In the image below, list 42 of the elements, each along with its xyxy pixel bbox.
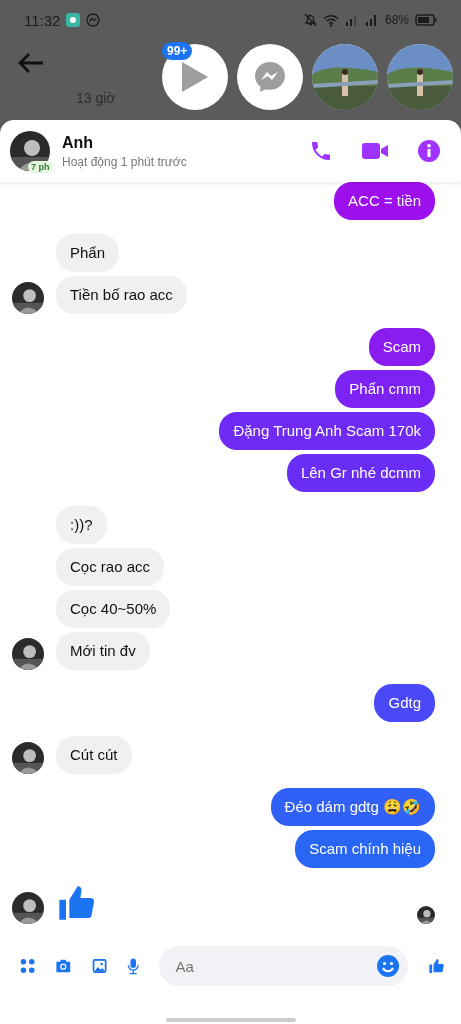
- info-icon[interactable]: [417, 139, 441, 163]
- message-bubble: Cọc 40~50%: [56, 590, 171, 628]
- play-icon: [180, 60, 210, 94]
- messenger-icon: [253, 60, 287, 94]
- status-time: 11:32: [24, 11, 61, 29]
- active-status: Hoạt động 1 phút trước: [62, 154, 188, 169]
- signal-icon: [364, 14, 379, 26]
- message-bubble: Cọc rao acc: [56, 548, 165, 586]
- message-bubble: Đặng Trung Anh Scam 170k: [219, 412, 435, 450]
- avatar: [12, 892, 44, 924]
- contact-avatar: [10, 131, 50, 171]
- avatar: [12, 742, 44, 774]
- battery-percent: 68%: [384, 13, 409, 27]
- message-bubble: Lên Gr nhé dcmm: [286, 454, 435, 492]
- message-bubble: Gdtg: [374, 684, 435, 722]
- message-bubble: Scam: [368, 328, 435, 366]
- message-bubble: Tiền bố rao acc: [56, 276, 187, 314]
- mute-bell-icon: [303, 13, 317, 27]
- signal-icon: [344, 14, 359, 26]
- phone-icon[interactable]: [309, 139, 333, 163]
- message-bubble: Mới tin đv: [56, 632, 150, 670]
- message-bubble: Cút cút: [56, 736, 132, 774]
- emoji-icon[interactable]: [376, 954, 401, 978]
- unread-badge: 99+: [162, 42, 193, 60]
- message-bubble: Phẩn cmm: [335, 370, 435, 408]
- message-field[interactable]: Aa: [159, 946, 409, 986]
- avatar: [12, 282, 44, 314]
- avatar: [12, 638, 44, 670]
- back-arrow-icon[interactable]: [18, 52, 44, 74]
- message-input[interactable]: Aa: [173, 956, 377, 976]
- message-bubble: ACC = tiền: [334, 182, 435, 220]
- message-bubble: Đéo dám gdtg 😩🤣: [270, 788, 435, 826]
- message-bubble: :))?: [56, 506, 107, 544]
- video-call-icon[interactable]: [361, 141, 389, 161]
- active-time-badge: 7 ph: [28, 161, 53, 173]
- message-bubble: Scam chính hiệu: [295, 830, 435, 868]
- messenger-notification-icon: [86, 13, 101, 27]
- battery-icon: [415, 14, 437, 26]
- message-bubble: Phẩn: [56, 234, 120, 272]
- contact-name: Anh: [62, 133, 95, 152]
- app-notification-icon: [66, 13, 81, 27]
- wifi-icon: [322, 13, 339, 27]
